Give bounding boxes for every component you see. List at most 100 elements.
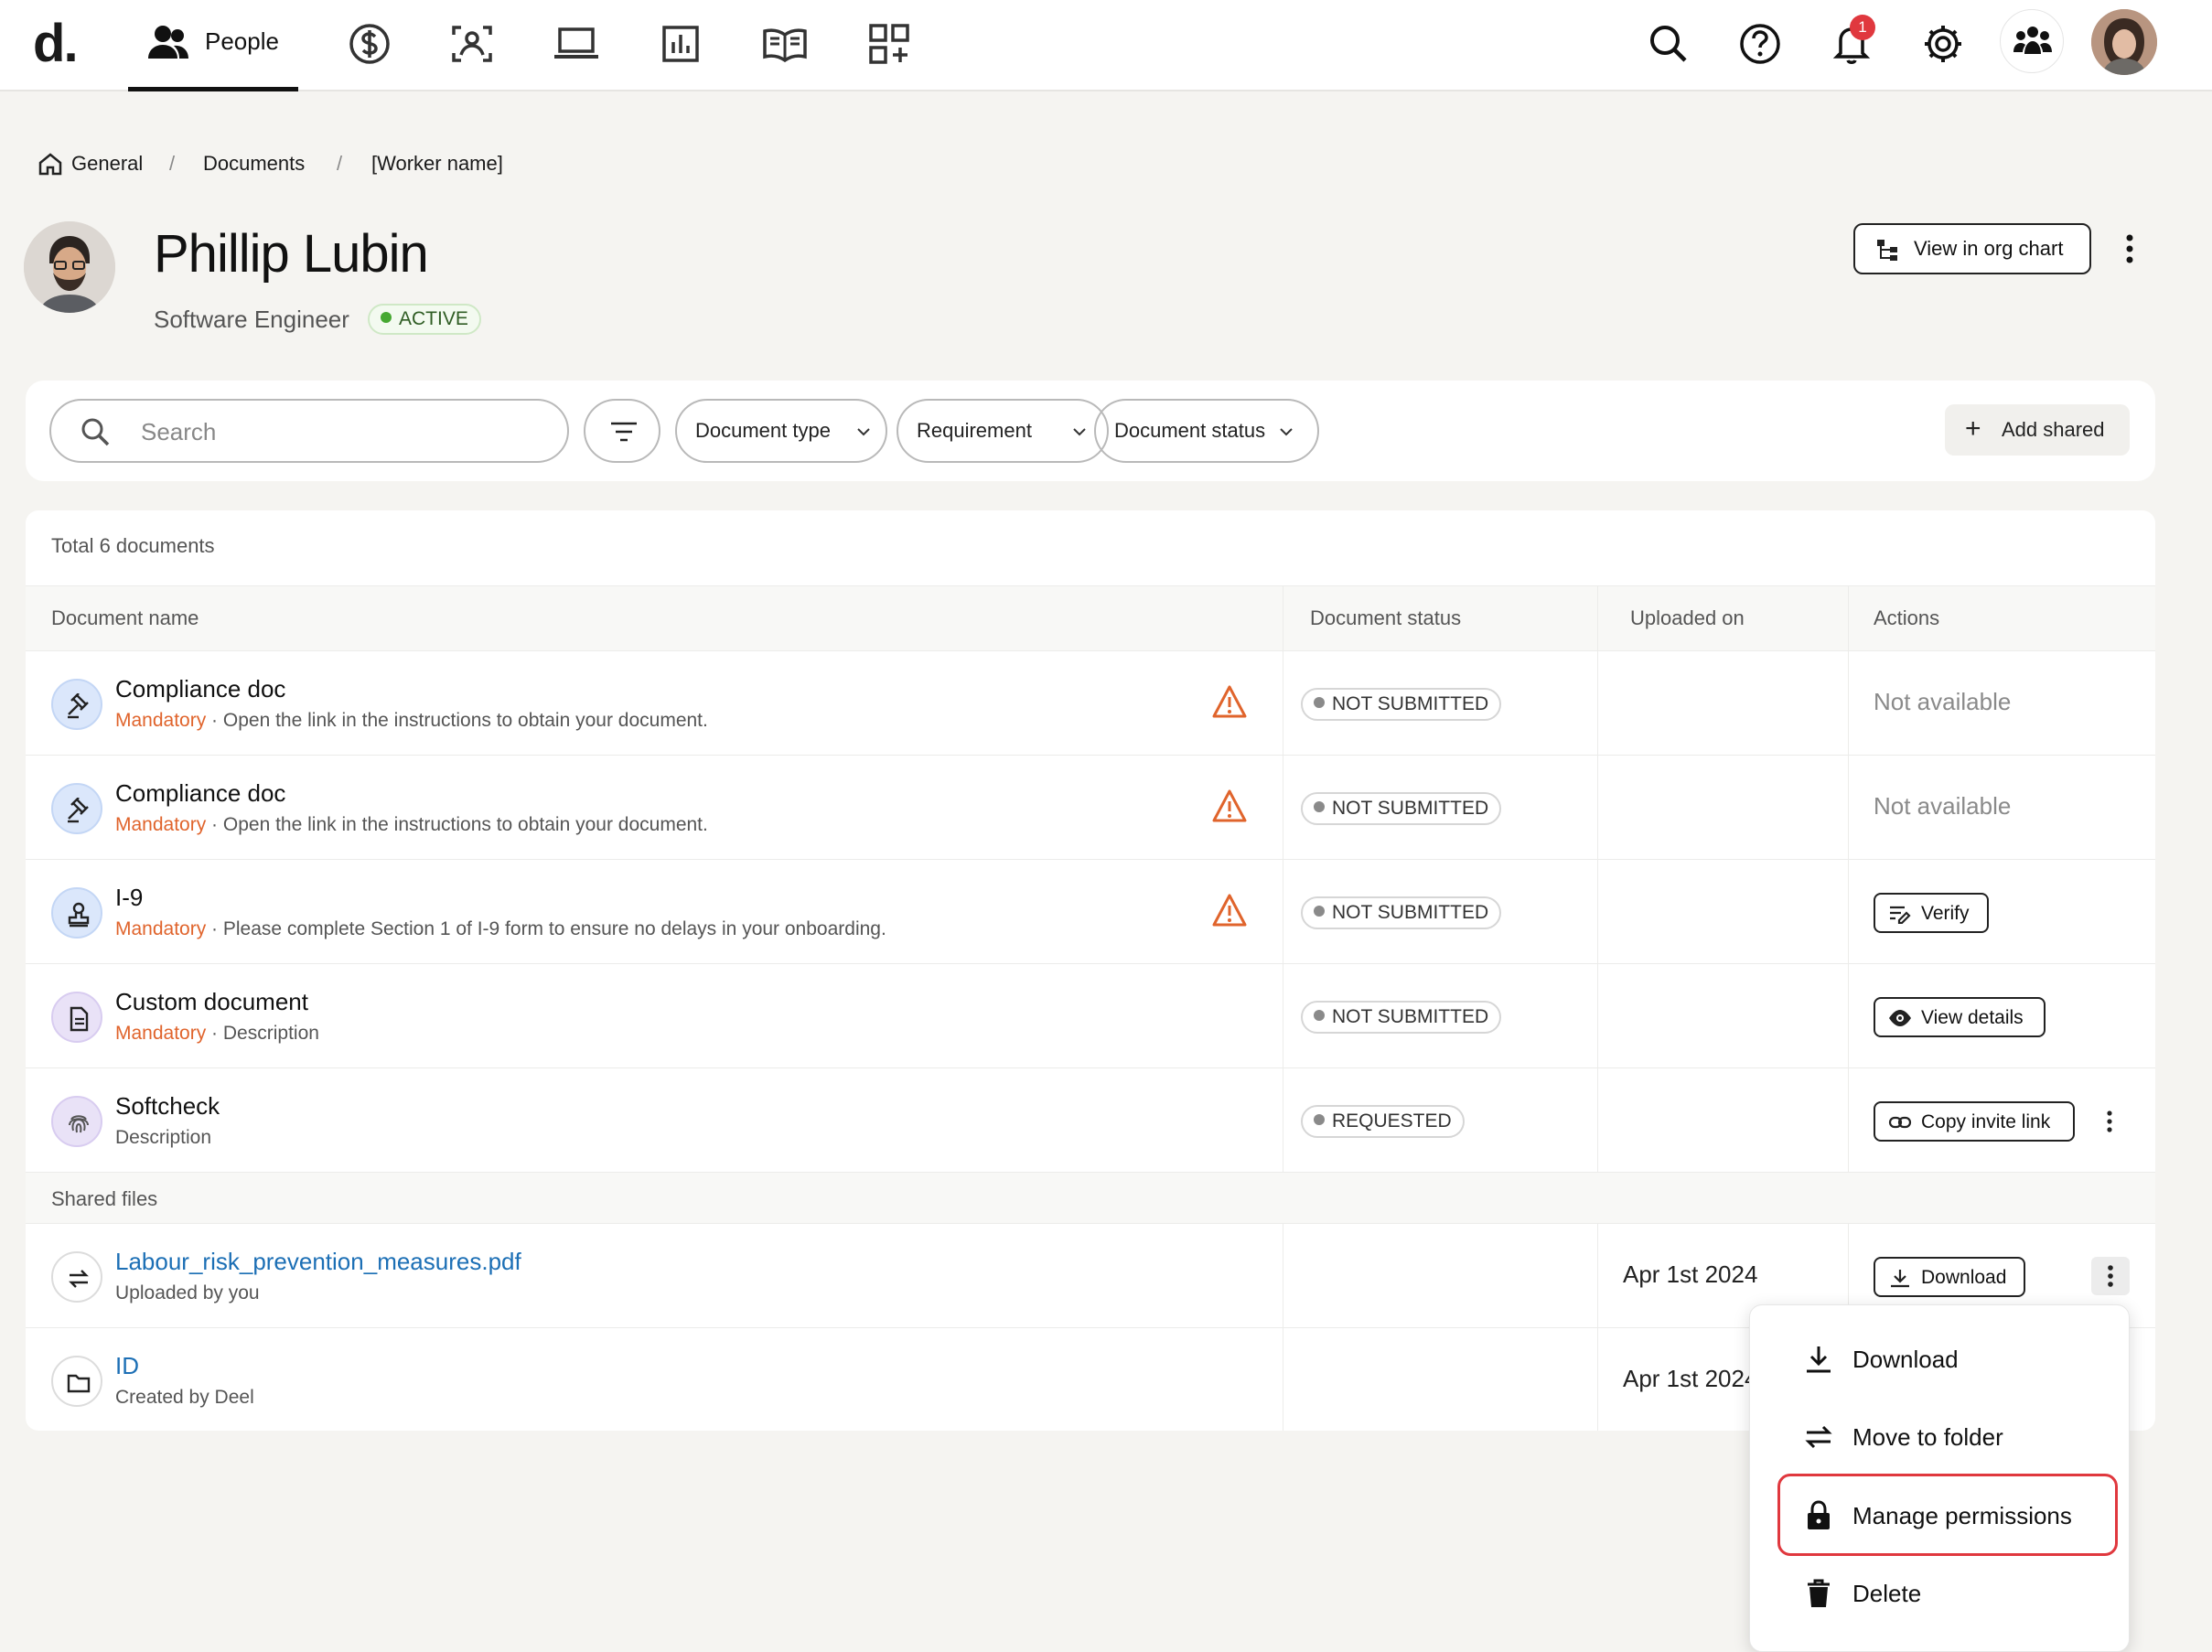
requirement-filter-label: Requirement xyxy=(917,419,1032,442)
more-options-icon[interactable] xyxy=(2119,231,2141,267)
table-row[interactable]: Compliance doc Mandatory · Open the link… xyxy=(26,651,2155,756)
apps-grid-icon[interactable] xyxy=(865,20,913,68)
help-icon[interactable] xyxy=(1734,18,1786,70)
breadcrumb-separator: / xyxy=(169,152,176,175)
status-dot xyxy=(1314,906,1325,917)
document-type-filter[interactable]: Document type xyxy=(675,399,887,463)
status-badge: NOT SUBMITTED xyxy=(1301,792,1502,825)
action-not-available: Not available xyxy=(1874,688,2012,715)
user-avatar[interactable] xyxy=(2091,9,2157,75)
stamp-icon xyxy=(51,887,102,939)
search-input[interactable] xyxy=(139,413,527,450)
warning-icon xyxy=(1211,788,1248,823)
shared-files-section-header: Shared files xyxy=(26,1173,2155,1224)
gavel-icon xyxy=(51,679,102,730)
shared-file-subtitle: Created by Deel xyxy=(115,1387,254,1408)
copy-invite-link-button[interactable]: Copy invite link xyxy=(1874,1101,2075,1142)
copy-invite-link-label: Copy invite link xyxy=(1921,1111,2051,1132)
status-dot xyxy=(381,312,392,324)
nav-tab-people[interactable]: People xyxy=(128,0,298,91)
document-description: · Description xyxy=(206,1023,319,1044)
top-navigation: d. People 1 xyxy=(0,0,2212,91)
analytics-chart-icon[interactable] xyxy=(657,20,704,68)
column-uploaded-on: Uploaded on xyxy=(1630,606,1745,629)
row-more-options-icon[interactable] xyxy=(2097,1105,2122,1138)
gavel-icon xyxy=(51,783,102,834)
document-status-filter-label: Document status xyxy=(1114,419,1266,442)
shared-file-link[interactable]: Labour_risk_prevention_measures.pdf xyxy=(115,1248,521,1276)
edit-lines-icon xyxy=(1890,906,1911,924)
document-subtitle: Mandatory · Open the link in the instruc… xyxy=(115,710,708,732)
menu-item-download-label: Download xyxy=(1852,1346,1959,1373)
download-label: Download xyxy=(1921,1267,2007,1288)
menu-item-delete[interactable]: Delete xyxy=(1750,1560,2131,1625)
settings-gear-icon[interactable] xyxy=(1917,18,1969,70)
fingerprint-icon xyxy=(51,1096,102,1147)
status-dot xyxy=(1314,697,1325,709)
breadcrumb-documents[interactable]: Documents xyxy=(203,152,305,176)
view-org-chart-button[interactable]: View in org chart xyxy=(1853,223,2091,274)
table-row[interactable]: I-9 Mandatory · Please complete Section … xyxy=(26,860,2155,964)
chevron-down-icon xyxy=(1280,428,1293,436)
document-description: · Please complete Section 1 of I-9 form … xyxy=(206,918,886,939)
uploaded-date: Apr 1st 2024 xyxy=(1623,1365,1758,1392)
table-row[interactable]: Custom document Mandatory · Description … xyxy=(26,964,2155,1068)
document-title[interactable]: Compliance doc xyxy=(115,779,285,808)
laptop-icon[interactable] xyxy=(553,20,600,68)
swap-arrows-icon xyxy=(1805,1425,1832,1449)
mandatory-tag: Mandatory xyxy=(115,918,207,939)
status-label: NOT SUBMITTED xyxy=(1332,693,1489,714)
team-switcher-button[interactable] xyxy=(2000,9,2064,73)
swap-arrows-icon xyxy=(51,1251,102,1303)
column-document-name: Document name xyxy=(51,606,199,629)
requirement-filter[interactable]: Requirement xyxy=(897,399,1109,463)
filter-button[interactable] xyxy=(584,399,660,463)
document-title[interactable]: I-9 xyxy=(115,884,143,912)
breadcrumb-general[interactable]: General xyxy=(71,152,143,176)
worker-status-badge: ACTIVE xyxy=(368,304,481,335)
status-label: ACTIVE xyxy=(399,308,468,329)
document-subtitle: Mandatory · Please complete Section 1 of… xyxy=(115,918,886,940)
table-row[interactable]: Softcheck Description REQUESTED Copy inv… xyxy=(26,1068,2155,1173)
shared-folder-link[interactable]: ID xyxy=(115,1352,139,1380)
verify-button[interactable]: Verify xyxy=(1874,893,1989,933)
search-field[interactable] xyxy=(49,399,569,463)
deel-logo[interactable]: d. xyxy=(33,13,79,74)
download-button[interactable]: Download xyxy=(1874,1257,2025,1297)
book-icon[interactable] xyxy=(761,20,809,68)
filter-lines-icon xyxy=(611,422,637,442)
view-org-chart-label: View in org chart xyxy=(1914,237,2064,260)
payroll-dollar-icon[interactable] xyxy=(346,20,393,68)
table-header: Document name Document status Uploaded o… xyxy=(26,585,2155,651)
document-status-filter[interactable]: Document status xyxy=(1094,399,1319,463)
chevron-down-icon xyxy=(1073,428,1086,436)
status-label: NOT SUBMITTED xyxy=(1332,1006,1489,1027)
nav-tab-people-label: People xyxy=(205,27,279,55)
menu-item-manage-permissions[interactable]: Manage permissions xyxy=(1750,1482,2131,1548)
row-actions-menu: Download Move to folder Manage permissio… xyxy=(1749,1304,2130,1652)
document-title[interactable]: Compliance doc xyxy=(115,675,285,703)
status-dot xyxy=(1314,1114,1325,1126)
row-more-options-icon[interactable] xyxy=(2091,1257,2130,1295)
menu-item-download[interactable]: Download xyxy=(1750,1325,2131,1391)
lock-icon xyxy=(1808,1500,1830,1529)
document-title[interactable]: Softcheck xyxy=(115,1092,220,1121)
trash-icon xyxy=(1808,1579,1830,1607)
worker-scan-icon[interactable] xyxy=(448,20,496,68)
document-title[interactable]: Custom document xyxy=(115,988,308,1016)
document-icon xyxy=(51,992,102,1043)
status-label: NOT SUBMITTED xyxy=(1332,902,1489,923)
menu-item-move-to-folder[interactable]: Move to folder xyxy=(1750,1403,2131,1469)
documents-table: Total 6 documents Document name Document… xyxy=(26,510,2155,1431)
search-icon[interactable] xyxy=(1643,18,1694,70)
link-icon xyxy=(1888,1116,1912,1129)
home-icon[interactable] xyxy=(37,150,64,177)
org-chart-icon xyxy=(1875,238,1899,262)
uploaded-date: Apr 1st 2024 xyxy=(1623,1260,1758,1288)
view-details-button[interactable]: View details xyxy=(1874,997,2046,1037)
status-dot xyxy=(1314,1010,1325,1022)
add-shared-button[interactable]: + Add shared xyxy=(1945,404,2130,456)
document-type-filter-label: Document type xyxy=(695,419,831,442)
table-row[interactable]: Compliance doc Mandatory · Open the link… xyxy=(26,756,2155,860)
document-description: Description xyxy=(115,1127,212,1148)
